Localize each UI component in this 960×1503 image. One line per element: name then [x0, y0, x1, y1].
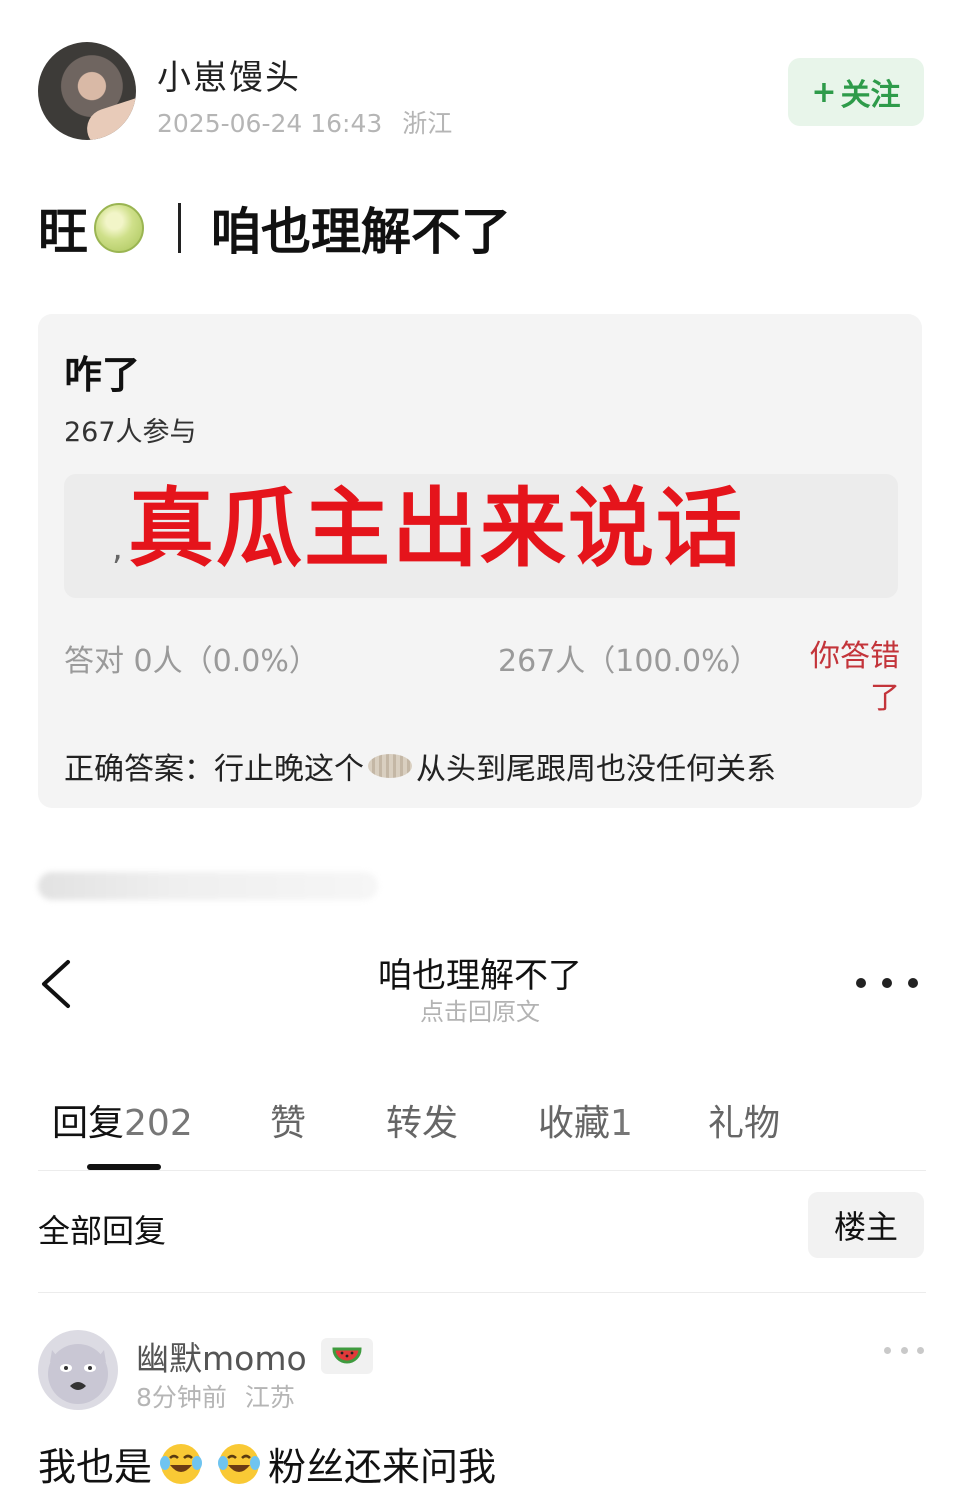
reply-time: 8分钟前 [136, 1383, 227, 1412]
post-meta: 2025-06-24 16:43 浙江 [157, 104, 452, 140]
more-horizontal-icon[interactable] [856, 968, 918, 998]
watermelon-icon [320, 1338, 373, 1374]
title-prefix: 旺 [38, 203, 88, 261]
tab-label: 赞 [270, 1103, 307, 1144]
wrong-stats: 267人（100.0%） [498, 644, 760, 679]
melon-icon [94, 203, 144, 253]
reply-text-prefix: 我也是 [38, 1445, 153, 1489]
chevron-left-icon[interactable] [30, 954, 90, 1014]
divider [38, 1292, 926, 1293]
overlay-caption: 真瓜主出来说话 [128, 479, 744, 579]
answer-suffix: 从头到尾跟周也没任何关系 [416, 752, 776, 787]
dumpling-icon [368, 754, 412, 778]
reply-user[interactable]: 幽默momo [136, 1332, 373, 1380]
blurred-text [38, 872, 378, 900]
plus-icon: + [811, 74, 837, 110]
reply-meta: 8分钟前 江苏 [136, 1378, 295, 1414]
correct-stats: 答对 0人（0.0%） [64, 644, 319, 679]
nav-title[interactable]: 咱也理解不了 [280, 948, 680, 997]
post-location: 浙江 [402, 109, 453, 138]
reply-username: 幽默momo [136, 1339, 307, 1378]
quiz-option-text: , [112, 528, 123, 568]
reply-avatar[interactable] [38, 1330, 118, 1410]
reply-text-suffix: 粉丝还来问我 [268, 1445, 497, 1489]
all-replies-label: 全部回复 [38, 1212, 167, 1250]
back-to-original-link[interactable]: 点击回原文 [280, 992, 680, 1027]
quiz-participants: 267人参与 [64, 417, 197, 448]
post-timestamp: 2025-06-24 16:43 [157, 109, 383, 138]
tab-label: 收藏 [538, 1103, 611, 1144]
laughing-tears-emoji [160, 1443, 203, 1484]
answer-prefix: 正确答案：行止晚这个 [64, 752, 364, 787]
tab-label: 转发 [386, 1103, 459, 1144]
reply-location: 江苏 [244, 1383, 295, 1412]
tab-favorites[interactable]: 收藏1 [538, 1094, 633, 1146]
author-avatar[interactable] [38, 42, 136, 140]
tab-label: 回复 [52, 1103, 125, 1144]
tab-likes[interactable]: 赞 [270, 1094, 306, 1146]
op-filter-button[interactable]: 楼主 [808, 1192, 924, 1258]
more-horizontal-icon[interactable] [884, 1340, 924, 1360]
tab-label: 礼物 [708, 1103, 781, 1144]
reply-content: 我也是 粉丝还来问我 [38, 1436, 496, 1491]
quiz-question: 咋了 [64, 353, 141, 397]
laughing-tears-emoji [218, 1443, 261, 1484]
divider [38, 1170, 926, 1171]
title-text: 咱也理解不了 [211, 203, 511, 261]
author-name[interactable]: 小崽馒头 [157, 50, 301, 99]
correct-answer: 正确答案：行止晚这个 从头到尾跟周也没任何关系 [64, 744, 776, 788]
title-separator [178, 203, 181, 253]
tab-count: 202 [124, 1103, 193, 1144]
tab-reposts[interactable]: 转发 [386, 1094, 458, 1146]
follow-label: 关注 [840, 78, 901, 113]
avatar-hand-image [81, 94, 136, 140]
post-title: 旺 咱也理解不了 [38, 192, 511, 264]
tab-count: 1 [610, 1103, 633, 1144]
tab-gifts[interactable]: 礼物 [708, 1094, 780, 1146]
tab-replies[interactable]: 回复202 [52, 1094, 193, 1146]
follow-button[interactable]: + 关注 [788, 58, 924, 126]
wrong-label: 你答错了 [810, 639, 900, 716]
